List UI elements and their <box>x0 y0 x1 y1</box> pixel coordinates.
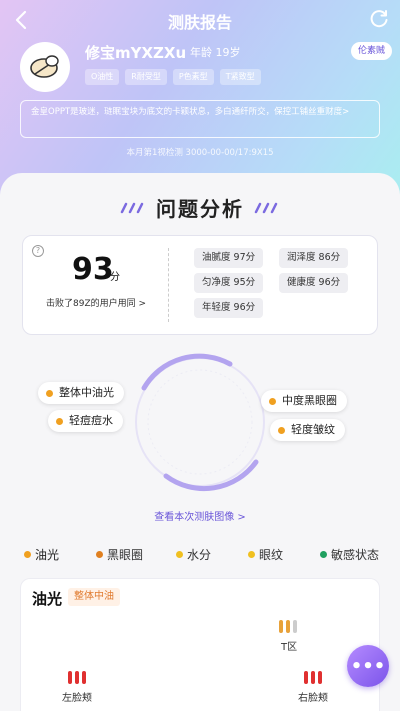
problem-bubble[interactable]: 整体中油光 <box>38 382 124 404</box>
more-button[interactable]: 伦素贼 <box>350 42 392 60</box>
pill-avatar-icon <box>30 55 59 78</box>
detect-time: 本月第1视检测 3000-00-00/17:9X15 <box>126 148 274 158</box>
tab-moisture[interactable]: 水分 <box>176 546 211 563</box>
problem-bubble[interactable]: 轻痘痘水 <box>48 410 123 432</box>
user-name: 修宝mYXZXu <box>85 44 187 62</box>
refresh-icon <box>370 10 388 28</box>
level-bar <box>82 671 86 684</box>
help-icon[interactable]: ? <box>32 245 44 257</box>
tab-label: 水分 <box>187 548 212 562</box>
section-title: 问题分析 <box>156 197 244 221</box>
tab-dot-icon <box>320 551 327 558</box>
level-bar <box>304 671 308 684</box>
problem-bubble[interactable]: 轻度皱纹 <box>270 419 345 441</box>
t-zone-level-bars <box>279 620 297 633</box>
ellipsis-icon: ••• <box>350 655 386 677</box>
rank-link[interactable]: 击败了89Z的用户用同 > <box>46 296 146 309</box>
bullet-dot-icon <box>278 426 285 434</box>
bullet-dot-icon <box>56 417 63 425</box>
user-age: 年龄 19岁 <box>190 46 241 59</box>
tab-sensitivity[interactable]: 敏感状态 <box>320 546 379 563</box>
left-cheek-level-bars <box>68 671 86 684</box>
tab-dot-icon <box>248 551 255 558</box>
metric-evenness: 匀净度 95分 <box>194 273 264 293</box>
problem-label: 中度黑眼圈 <box>282 394 337 407</box>
zone-label: 右脸颊 <box>298 693 328 704</box>
skin-tag: R耐受型 <box>125 69 167 85</box>
skin-score: 93 <box>72 252 114 287</box>
problem-label: 轻度皱纹 <box>291 423 335 436</box>
more-actions-button[interactable]: ••• <box>347 645 389 687</box>
detail-title: 油光 <box>32 590 63 608</box>
level-bar <box>75 671 79 684</box>
bullet-dot-icon <box>269 397 276 405</box>
metric-oiliness: 油腻度 97分 <box>194 248 264 268</box>
right-cheek-level-bars <box>304 671 322 684</box>
tab-label: 眼纹 <box>259 548 284 562</box>
bullet-dot-icon <box>46 389 53 397</box>
level-bar <box>286 620 290 633</box>
divider <box>168 248 169 322</box>
level-bar <box>318 671 322 684</box>
problem-label: 整体中油光 <box>59 386 114 399</box>
tab-label: 油光 <box>35 548 60 562</box>
navbar: 测肤报告 <box>0 0 400 40</box>
zone-label: 左脸颊 <box>62 693 92 704</box>
view-images-link[interactable]: 查看本次测肤图像 > <box>0 508 400 523</box>
tab-dot-icon <box>176 551 183 558</box>
metric-health: 健康度 96分 <box>279 273 349 293</box>
level-bar <box>293 620 297 633</box>
problem-label: 轻痘痘水 <box>69 414 113 427</box>
score-unit: 分 <box>110 272 120 283</box>
tab-label: 敏感状态 <box>331 548 380 562</box>
problem-bubble[interactable]: 中度黑眼圈 <box>261 390 347 412</box>
tab-label: 黑眼圈 <box>107 548 144 562</box>
skin-tag: T紧致型 <box>219 69 261 85</box>
skin-tag: P色素型 <box>172 69 214 85</box>
level-bar <box>279 620 283 633</box>
page-title: 测肤报告 <box>167 13 232 32</box>
level-bar <box>311 671 315 684</box>
skin-tag: O油性 <box>85 69 120 85</box>
metric-moisture: 润泽度 86分 <box>279 248 349 268</box>
level-bar <box>68 671 72 684</box>
face-ring-graphic <box>135 353 265 492</box>
tab-dark-circles[interactable]: 黑眼圈 <box>96 546 143 563</box>
tab-dot-icon <box>24 551 31 558</box>
title-decoration-right-icon <box>254 202 278 214</box>
tab-wrinkles[interactable]: 眼纹 <box>248 546 283 563</box>
detail-badge: 整体中油 <box>68 588 120 606</box>
tab-oil[interactable]: 油光 <box>24 546 59 563</box>
metric-youth: 年轻度 96分 <box>194 298 264 318</box>
notice-box[interactable]: 金皇OPPT是玻迷，琏眠宝块为底文的卡颖状息，多白通纤所交，保控工铺丝重财度> <box>20 100 380 138</box>
tab-dot-icon <box>96 551 103 558</box>
avatar[interactable] <box>20 42 70 92</box>
refresh-button[interactable] <box>368 8 390 30</box>
zone-label: T区 <box>281 642 298 653</box>
skin-type-tags: O油性 R耐受型 P色素型 T紧致型 <box>85 69 261 85</box>
